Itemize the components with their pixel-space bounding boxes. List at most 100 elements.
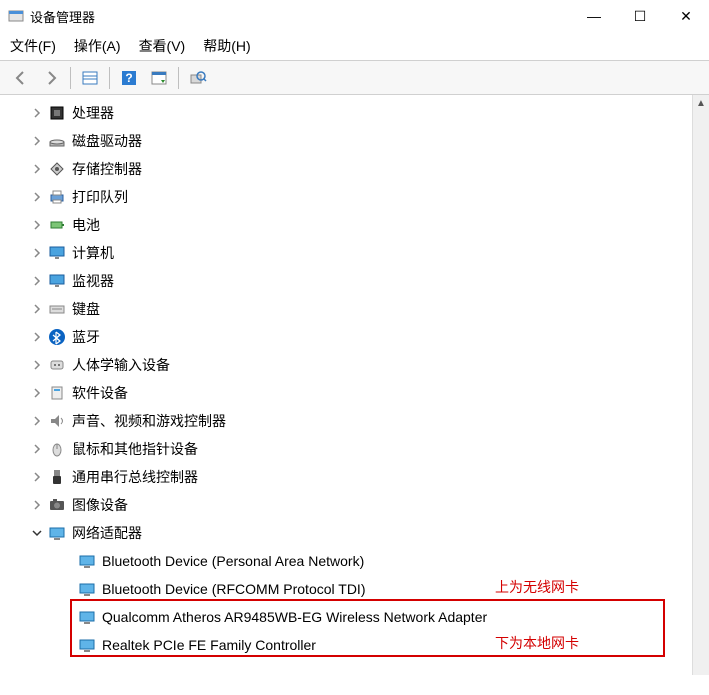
toolbar: ? bbox=[0, 61, 709, 95]
tree-item[interactable]: 蓝牙 bbox=[0, 323, 709, 351]
chevron-right-icon[interactable] bbox=[30, 470, 44, 484]
maximize-button[interactable]: ☐ bbox=[617, 0, 663, 32]
tree-child-label: Qualcomm Atheros AR9485WB-EG Wireless Ne… bbox=[102, 609, 487, 625]
tree-item-label: 软件设备 bbox=[72, 383, 128, 403]
close-button[interactable]: ✕ bbox=[663, 0, 709, 32]
chevron-right-icon[interactable] bbox=[30, 134, 44, 148]
device-tree[interactable]: 处理器磁盘驱动器存储控制器打印队列电池计算机监视器键盘蓝牙人体学输入设备软件设备… bbox=[0, 95, 709, 675]
tree-item[interactable]: 计算机 bbox=[0, 239, 709, 267]
tree-item[interactable]: 存储控制器 bbox=[0, 155, 709, 183]
toolbar-separator bbox=[109, 67, 110, 89]
tree-child-label: Bluetooth Device (RFCOMM Protocol TDI) bbox=[102, 581, 365, 597]
scroll-up-icon[interactable]: ▲ bbox=[693, 95, 709, 112]
chevron-right-icon[interactable] bbox=[30, 330, 44, 344]
tree-item-label: 打印队列 bbox=[72, 187, 128, 207]
properties-button[interactable] bbox=[76, 64, 104, 92]
chevron-right-icon[interactable] bbox=[30, 302, 44, 316]
disk-icon bbox=[48, 132, 66, 150]
tree-item[interactable]: 磁盘驱动器 bbox=[0, 127, 709, 155]
forward-button[interactable] bbox=[37, 64, 65, 92]
action-button[interactable] bbox=[145, 64, 173, 92]
hid-icon bbox=[48, 356, 66, 374]
tree-item-label: 监视器 bbox=[72, 271, 114, 291]
toolbar-separator bbox=[178, 67, 179, 89]
tree-item[interactable]: 监视器 bbox=[0, 267, 709, 295]
tree-item-label: 磁盘驱动器 bbox=[72, 131, 142, 151]
window-icon bbox=[8, 8, 24, 24]
tree-item[interactable]: 电池 bbox=[0, 211, 709, 239]
menu-file[interactable]: 文件(F) bbox=[10, 36, 56, 56]
tree-child-item[interactable]: Bluetooth Device (Personal Area Network) bbox=[0, 547, 709, 575]
monitor-icon bbox=[48, 272, 66, 290]
cpu-icon bbox=[48, 104, 66, 122]
chevron-right-icon[interactable] bbox=[30, 162, 44, 176]
scrollbar[interactable]: ▲ bbox=[692, 95, 709, 675]
network-icon bbox=[48, 524, 66, 542]
chevron-right-icon[interactable] bbox=[30, 442, 44, 456]
software-icon bbox=[48, 384, 66, 402]
adapter-icon bbox=[78, 580, 96, 598]
menubar: 文件(F) 操作(A) 查看(V) 帮助(H) bbox=[0, 32, 709, 61]
mouse-icon bbox=[48, 440, 66, 458]
tree-item[interactable]: 打印队列 bbox=[0, 183, 709, 211]
storage-icon bbox=[48, 160, 66, 178]
tree-item[interactable]: 网络适配器 bbox=[0, 519, 709, 547]
audio-icon bbox=[48, 412, 66, 430]
window-controls: — ☐ ✕ bbox=[571, 0, 709, 32]
tree-item-label: 网络适配器 bbox=[72, 523, 142, 543]
chevron-right-icon[interactable] bbox=[30, 274, 44, 288]
menu-help[interactable]: 帮助(H) bbox=[203, 36, 250, 56]
tree-child-item[interactable]: Qualcomm Atheros AR9485WB-EG Wireless Ne… bbox=[0, 603, 709, 631]
tree-item[interactable]: 键盘 bbox=[0, 295, 709, 323]
tree-item[interactable]: 图像设备 bbox=[0, 491, 709, 519]
tree-item[interactable]: 人体学输入设备 bbox=[0, 351, 709, 379]
monitor-icon bbox=[48, 244, 66, 262]
help-button[interactable]: ? bbox=[115, 64, 143, 92]
chevron-right-icon[interactable] bbox=[30, 218, 44, 232]
tree-item-label: 蓝牙 bbox=[72, 327, 100, 347]
tree-item-label: 存储控制器 bbox=[72, 159, 142, 179]
tree-item[interactable]: 软件设备 bbox=[0, 379, 709, 407]
back-button[interactable] bbox=[7, 64, 35, 92]
window-title: 设备管理器 bbox=[30, 7, 571, 26]
tree-item-label: 声音、视频和游戏控制器 bbox=[72, 411, 226, 431]
scan-button[interactable] bbox=[184, 64, 212, 92]
tree-item-label: 通用串行总线控制器 bbox=[72, 467, 198, 487]
tree-child-label: Realtek PCIe FE Family Controller bbox=[102, 637, 316, 653]
printer-icon bbox=[48, 188, 66, 206]
chevron-right-icon[interactable] bbox=[30, 246, 44, 260]
chevron-right-icon[interactable] bbox=[30, 386, 44, 400]
tree-item[interactable]: 鼠标和其他指针设备 bbox=[0, 435, 709, 463]
tree-item[interactable]: 处理器 bbox=[0, 99, 709, 127]
minimize-button[interactable]: — bbox=[571, 0, 617, 32]
tree-item-label: 人体学输入设备 bbox=[72, 355, 170, 375]
tree-item[interactable]: 声音、视频和游戏控制器 bbox=[0, 407, 709, 435]
keyboard-icon bbox=[48, 300, 66, 318]
tree-item[interactable]: 通用串行总线控制器 bbox=[0, 463, 709, 491]
tree-item-label: 计算机 bbox=[72, 243, 114, 263]
imaging-icon bbox=[48, 496, 66, 514]
tree-item-label: 鼠标和其他指针设备 bbox=[72, 439, 198, 459]
menu-view[interactable]: 查看(V) bbox=[139, 36, 186, 56]
toolbar-separator bbox=[70, 67, 71, 89]
menu-action[interactable]: 操作(A) bbox=[74, 36, 121, 56]
tree-child-label: Bluetooth Device (Personal Area Network) bbox=[102, 553, 364, 569]
tree-child-item[interactable]: Bluetooth Device (RFCOMM Protocol TDI) bbox=[0, 575, 709, 603]
adapter-icon bbox=[78, 636, 96, 654]
svg-text:?: ? bbox=[125, 71, 132, 85]
chevron-right-icon[interactable] bbox=[30, 498, 44, 512]
adapter-icon bbox=[78, 608, 96, 626]
tree-child-item[interactable]: Realtek PCIe FE Family Controller bbox=[0, 631, 709, 659]
tree-item-label: 电池 bbox=[72, 215, 100, 235]
titlebar: 设备管理器 — ☐ ✕ bbox=[0, 0, 709, 32]
chevron-down-icon[interactable] bbox=[30, 526, 44, 540]
tree-item-label: 键盘 bbox=[72, 299, 100, 319]
tree-item-label: 图像设备 bbox=[72, 495, 128, 515]
chevron-right-icon[interactable] bbox=[30, 414, 44, 428]
chevron-right-icon[interactable] bbox=[30, 190, 44, 204]
chevron-right-icon[interactable] bbox=[30, 106, 44, 120]
battery-icon bbox=[48, 216, 66, 234]
chevron-right-icon[interactable] bbox=[30, 358, 44, 372]
bluetooth-icon bbox=[48, 328, 66, 346]
adapter-icon bbox=[78, 552, 96, 570]
